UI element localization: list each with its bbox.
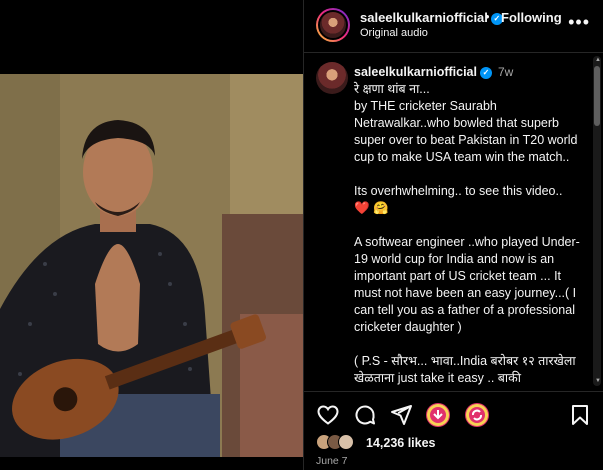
post-date[interactable]: June 7: [316, 455, 348, 467]
post-time[interactable]: 7w: [498, 65, 513, 79]
share-icon[interactable]: [389, 403, 413, 427]
more-icon[interactable]: •••: [568, 12, 590, 33]
author-avatar[interactable]: [316, 8, 350, 42]
caption-paragraph: by THE cricketer Saurabh Netrawalkar..wh…: [354, 99, 578, 164]
caption-text: रे क्षणा थांब ना... by THE cricketer Sau…: [354, 81, 586, 391]
comment-icon[interactable]: [353, 403, 377, 427]
caption-scrollbar[interactable]: [593, 56, 601, 386]
author-username[interactable]: saleelkulkarniofficial ✓: [360, 10, 503, 25]
scroll-thumb[interactable]: [594, 66, 600, 126]
caption-avatar[interactable]: [316, 62, 348, 94]
caption-line: रे क्षणा थांब ना...: [354, 82, 430, 96]
header-separator: •: [485, 9, 490, 24]
heart-icon[interactable]: [316, 403, 340, 427]
liker-avatar: [338, 434, 354, 450]
post-actions: 14,236 likes June 7: [304, 391, 603, 470]
post-panel: saleelkulkarniofficial ✓ • Following Orig…: [303, 0, 603, 470]
likes-count[interactable]: 14,236 likes: [366, 436, 436, 450]
caption-paragraph: Its overhwhelming.. to see this video..: [354, 184, 563, 198]
post-header: saleelkulkarniofficial ✓ • Following Orig…: [304, 0, 603, 53]
caption-paragraph: ( P.S - सौरभ... भावा..India बरोबर १२ तार…: [354, 354, 576, 385]
verified-icon: ✓: [479, 67, 492, 79]
reel-video[interactable]: [0, 74, 303, 457]
following-button[interactable]: Following: [501, 10, 562, 25]
media-area: [0, 0, 303, 470]
caption-emoji: ❤️ 🤗: [354, 201, 389, 215]
audio-link[interactable]: Original audio: [360, 27, 428, 39]
caption-paragraph: A softwear engineer ..who played Under-1…: [354, 235, 580, 334]
caption-area: saleelkulkarniofficial ✓ 7w रे क्षणा थांब …: [304, 54, 603, 391]
bookmark-icon[interactable]: [568, 403, 592, 427]
caption-header: saleelkulkarniofficial ✓ 7w: [354, 65, 513, 79]
video-frame-illustration: [0, 74, 303, 457]
scroll-down-arrow-icon[interactable]: ▼: [595, 378, 601, 384]
caption-username[interactable]: saleelkulkarniofficial ✓: [354, 65, 492, 79]
reaction-extension-icon[interactable]: [426, 403, 450, 427]
sync-extension-icon[interactable]: [465, 403, 489, 427]
scroll-up-arrow-icon[interactable]: ▲: [595, 57, 601, 63]
